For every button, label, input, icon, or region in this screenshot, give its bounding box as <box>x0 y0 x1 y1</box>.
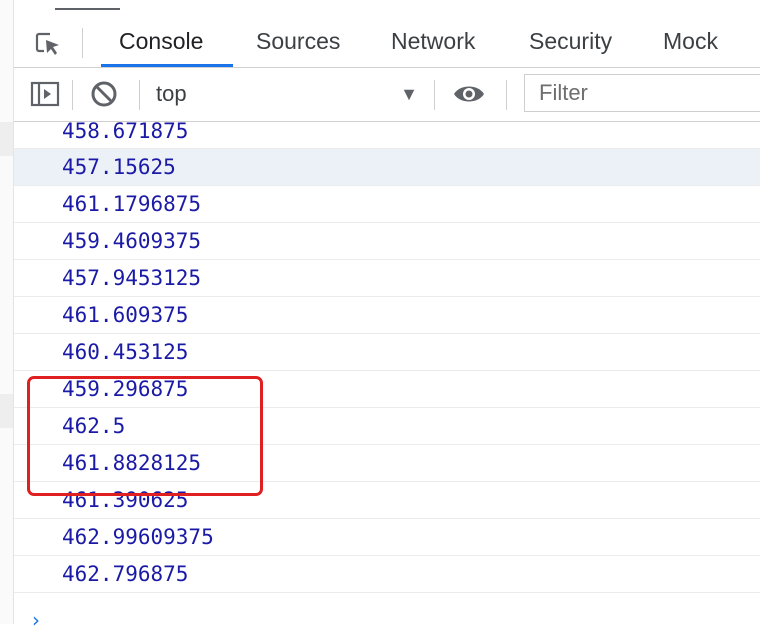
left-panel-marker <box>0 122 13 156</box>
left-panel-edge <box>0 0 14 624</box>
toolbar-divider <box>72 80 73 110</box>
log-entry: 462.99609375 <box>14 519 760 556</box>
toolbar-divider <box>139 80 140 110</box>
log-entry: 461.609375 <box>14 297 760 334</box>
clear-console-icon[interactable] <box>90 80 118 108</box>
log-entry: 462.796875 <box>14 556 760 593</box>
tab-mock[interactable]: Mock <box>663 26 718 56</box>
show-sidebar-icon[interactable] <box>30 80 60 108</box>
dropdown-arrow-icon: ▼ <box>400 84 418 104</box>
active-tab-indicator <box>101 64 233 67</box>
log-entry: 458.671875 <box>14 121 760 149</box>
toolbar-divider <box>506 80 507 110</box>
log-entry: 459.4609375 <box>14 223 760 260</box>
tab-sources[interactable]: Sources <box>256 26 340 56</box>
context-selector[interactable]: top ▼ <box>156 79 418 109</box>
top-edge-line <box>55 8 120 10</box>
log-entry: 460.453125 <box>14 334 760 371</box>
tab-network[interactable]: Network <box>391 26 475 56</box>
toolbar-divider <box>434 80 435 110</box>
devtools-tab-bar: Console Sources Network Security Mock <box>14 16 760 68</box>
left-panel-marker <box>0 394 13 428</box>
tab-divider <box>82 28 83 58</box>
context-selector-value: top <box>156 81 187 106</box>
inspect-element-icon[interactable] <box>32 28 62 58</box>
tab-security[interactable]: Security <box>529 26 612 56</box>
red-highlight-box <box>27 376 263 496</box>
log-entry: 457.15625 <box>14 149 760 186</box>
console-toolbar: top ▼ <box>14 68 760 122</box>
console-log: 458.671875 457.15625 461.1796875 459.460… <box>14 121 760 593</box>
live-expression-eye-icon[interactable] <box>452 80 486 108</box>
tab-console[interactable]: Console <box>119 26 203 56</box>
filter-input[interactable] <box>524 74 760 112</box>
console-prompt-chevron-icon: › <box>32 608 40 632</box>
log-entry: 461.1796875 <box>14 186 760 223</box>
log-entry: 457.9453125 <box>14 260 760 297</box>
